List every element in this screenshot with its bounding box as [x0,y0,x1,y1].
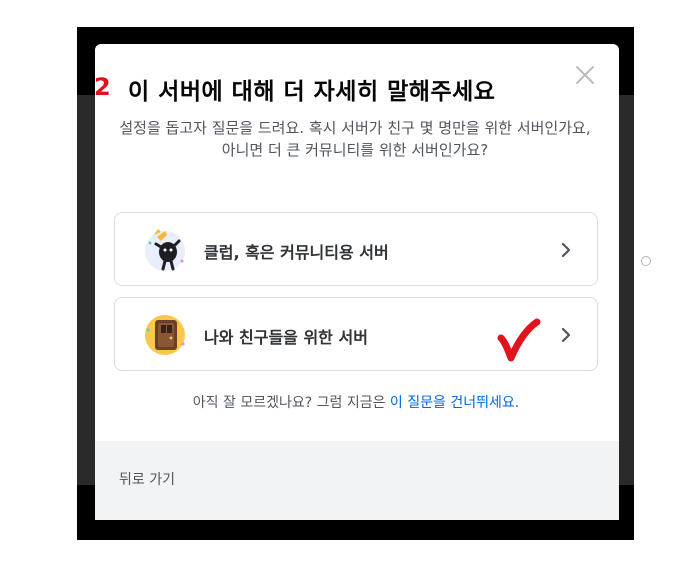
skip-prefix: 아직 잘 모르겠나요? 그럼 지금은 [192,395,390,411]
skip-question-link[interactable]: 이 질문을 건너뛰세요 [390,395,515,411]
close-icon[interactable] [573,63,597,87]
chevron-right-icon [561,242,571,258]
step-annotation-number: 2 [94,73,111,101]
club-community-icon [145,229,185,271]
skip-question-text: 아직 잘 모르겠나요? 그럼 지금은 이 질문을 건너뛰세요. [114,392,598,412]
modal-title: 이 서버에 대해 더 자세히 말해주세요 [128,79,496,105]
modal-subtitle: 설정을 돕고자 질문을 드려요. 혹시 서버가 친구 몇 명만을 위한 서버인가… [119,119,591,159]
option-club-community-server[interactable]: 클럽, 혹은 커뮤니티용 서버 [114,212,598,286]
back-button[interactable]: 뒤로 가기 [119,469,175,489]
chevron-right-icon [561,327,571,343]
radio-circle-icon [641,256,651,266]
option-label: 나와 친구들을 위한 서버 [204,328,368,347]
friends-door-icon [145,315,185,355]
checkmark-annotation-icon [497,318,541,362]
background-app-right [619,95,634,485]
background-app-left [77,95,95,485]
skip-suffix: . [514,395,520,411]
modal-footer: 뒤로 가기 [95,441,619,520]
option-label: 클럽, 혹은 커뮤니티용 서버 [204,243,389,262]
